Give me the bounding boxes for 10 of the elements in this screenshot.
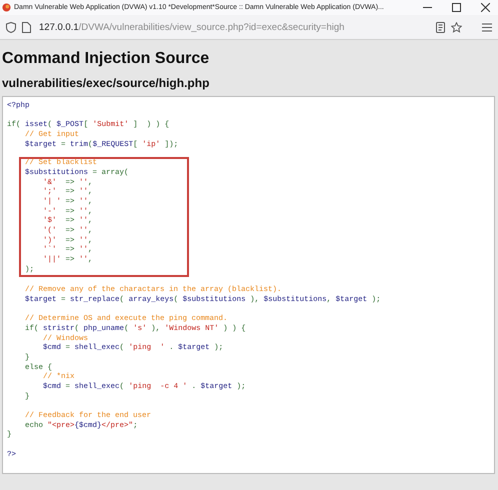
page-icon[interactable] xyxy=(22,22,31,32)
maximize-icon[interactable] xyxy=(452,3,461,12)
reader-icon[interactable] xyxy=(436,22,445,32)
file-path: vulnerabilities/exec/source/high.php xyxy=(2,76,210,90)
menu-icon[interactable] xyxy=(482,22,492,32)
browser-logo-icon xyxy=(2,3,11,12)
star-icon[interactable] xyxy=(451,22,462,32)
page-heading: Command Injection Source xyxy=(2,50,210,68)
shield-icon[interactable] xyxy=(6,22,16,32)
close-icon[interactable] xyxy=(481,3,490,12)
